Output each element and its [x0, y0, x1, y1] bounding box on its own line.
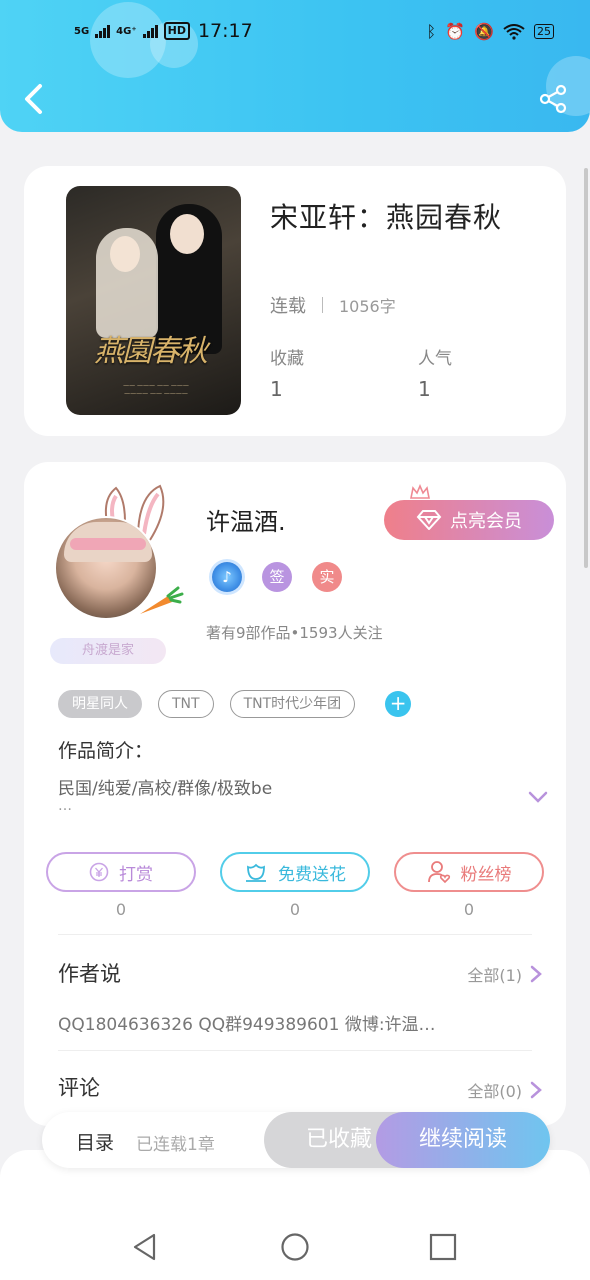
book-meta: 连载 1056字	[270, 292, 396, 318]
mute-icon: 🔕	[474, 22, 494, 41]
add-tag-icon[interactable]: +	[385, 691, 412, 717]
author-card: 舟渡是家 许温酒. 点亮会员 ♪ 签 实 著有9部作品•1593人关注 明星同人…	[24, 462, 566, 1126]
flower-count: 0	[289, 900, 301, 919]
cover-figure	[170, 214, 204, 254]
section-divider	[58, 1050, 532, 1051]
cover-calligraphy: 燕園春秋	[94, 334, 208, 369]
stat-popularity: 人气 1	[418, 344, 452, 401]
author-says-all-label: 全部(1)	[467, 966, 522, 985]
fan-ranking-icon	[427, 861, 450, 884]
section-divider	[58, 934, 532, 935]
nav-home-icon[interactable]	[280, 1232, 310, 1262]
expand-chevron-icon[interactable]	[528, 790, 548, 804]
intro-text: 民国/纯爱/高校/群像/极致be	[58, 779, 273, 799]
stat-value: 1	[418, 377, 431, 401]
real-badge-icon[interactable]: 实	[312, 562, 342, 592]
cover-small-print: —— ——— —— ——— ———— —— ————	[123, 382, 189, 397]
word-count: 1056字	[339, 297, 396, 316]
reward-count: 0	[115, 900, 127, 919]
signal-label-2: 4G⁺	[116, 25, 137, 37]
stat-favorites: 收藏 1	[270, 344, 304, 401]
bottom-action-bar: 目录 已连载1章 已收藏 继续阅读	[42, 1112, 550, 1168]
status-bar: 5G 4G⁺ HD 17:17 ᛒ ⏰ 🔕 25	[0, 18, 590, 48]
works-info: 著有9部作品•1593人关注	[206, 624, 383, 642]
share-icon[interactable]	[538, 84, 568, 114]
page-scrollbar[interactable]	[584, 168, 588, 568]
fan-ranking-label: 粉丝榜	[460, 864, 512, 885]
chapters-info: 已连载1章	[136, 1135, 215, 1155]
system-nav-bar	[0, 1214, 590, 1280]
comments-all-link[interactable]: 全部(0)	[467, 1078, 542, 1102]
tag-list: 明星同人 TNT TNT时代少年团 +	[58, 690, 412, 718]
vip-button-label: 点亮会员	[450, 511, 522, 532]
author-avatar-group[interactable]	[54, 482, 184, 632]
book-cover-image[interactable]: 燕園春秋 —— ——— —— ——— ———— —— ————	[66, 186, 241, 415]
stat-label: 收藏	[270, 349, 304, 369]
top-header: 5G 4G⁺ HD 17:17 ᛒ ⏰ 🔕 25	[0, 0, 590, 132]
signal-bars-icon	[95, 24, 111, 38]
music-medal-icon[interactable]: ♪	[212, 562, 242, 592]
home-badge: 舟渡是家	[50, 638, 166, 664]
cover-figure	[110, 236, 140, 272]
author-name[interactable]: 许温酒.	[206, 502, 286, 537]
sign-badge-icon[interactable]: 签	[262, 562, 292, 592]
reward-action: 打赏 0	[46, 852, 196, 919]
continue-reading-button[interactable]: 继续阅读	[376, 1112, 550, 1168]
intro-ellipsis: …	[58, 798, 72, 814]
book-info-card: 燕園春秋 —— ——— —— ——— ———— —— ———— 宋亚轩：燕园春秋 …	[24, 166, 566, 436]
author-says-all-link[interactable]: 全部(1)	[467, 962, 542, 986]
meta-divider	[322, 297, 323, 313]
flower-label: 免费送花	[278, 864, 346, 885]
reward-label: 打赏	[119, 864, 153, 885]
toc-button[interactable]: 目录	[76, 1128, 114, 1155]
clock: 17:17	[197, 20, 253, 42]
send-flower-button[interactable]: 免费送花	[220, 852, 370, 892]
fans-action: 粉丝榜 0	[394, 852, 544, 919]
diamond-icon	[416, 510, 442, 530]
author-badges: ♪ 签 实	[212, 562, 342, 592]
flower-icon	[246, 863, 266, 882]
crown-icon	[410, 484, 430, 499]
back-chevron-icon[interactable]	[20, 82, 46, 116]
carrot-icon	[140, 586, 184, 614]
reward-button[interactable]: 打赏	[46, 852, 196, 892]
chevron-right-icon	[530, 1081, 542, 1099]
author-says-title: 作者说	[58, 962, 121, 986]
signal-label-1: 5G	[74, 25, 90, 37]
yen-icon	[89, 862, 109, 882]
author-says-text[interactable]: QQ1804636326 QQ群949389601 微博:许温…	[58, 1010, 436, 1035]
stat-value: 1	[270, 377, 283, 401]
nav-back-icon[interactable]	[130, 1232, 160, 1262]
activate-vip-button[interactable]: 点亮会员	[384, 500, 554, 540]
flower-action: 免费送花 0	[220, 852, 370, 919]
bluetooth-icon: ᛒ	[426, 22, 437, 41]
intro-label: 作品简介：	[58, 740, 154, 762]
comments-title: 评论	[58, 1076, 100, 1100]
book-title: 宋亚轩：燕园春秋	[270, 201, 503, 234]
book-status: 连载	[270, 296, 306, 317]
alarm-icon: ⏰	[445, 22, 466, 41]
stat-label: 人气	[418, 349, 452, 369]
fan-count: 0	[463, 900, 475, 919]
action-buttons: 打赏 0 免费送花 0 粉丝榜 0	[46, 852, 544, 919]
hd-voice-icon: HD	[163, 22, 190, 40]
comments-all-label: 全部(0)	[467, 1082, 522, 1101]
fan-ranking-button[interactable]: 粉丝榜	[394, 852, 544, 892]
tag-item[interactable]: 明星同人	[58, 690, 142, 718]
battery-icon: 25	[534, 24, 554, 39]
nav-recents-icon[interactable]	[428, 1232, 458, 1262]
wifi-icon	[503, 23, 525, 40]
tag-item[interactable]: TNT	[158, 690, 214, 718]
signal-bars-icon	[142, 24, 158, 38]
chevron-right-icon	[530, 965, 542, 983]
tag-item[interactable]: TNT时代少年团	[229, 690, 356, 718]
